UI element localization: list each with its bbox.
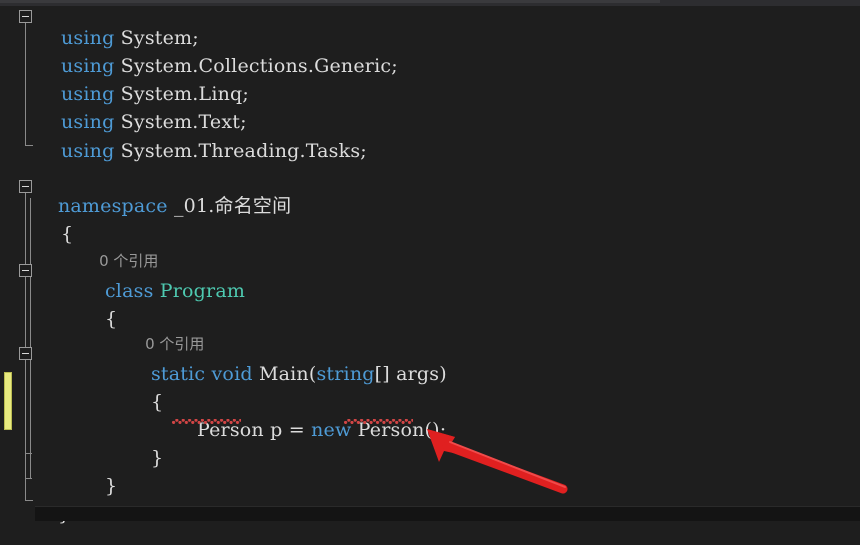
code-line-using-tasks[interactable]: using System.Threading.Tasks; [36, 121, 367, 181]
code-line-main-open-brace[interactable]: { [126, 372, 163, 432]
code-editor-surface[interactable]: using System; using System.Collections.G… [0, 0, 860, 524]
main-parameters: [] args) [374, 363, 447, 385]
keyword-namespace: namespace [57, 195, 168, 217]
method-name-main: Main( [252, 363, 317, 385]
using-tasks-namespace: System.Threading.Tasks; [114, 140, 367, 162]
keyword-void: void [211, 363, 253, 385]
error-squiggle-person-declaration [172, 419, 241, 424]
keyword-using: using [60, 140, 115, 162]
namespace-identifier: _01.命名空间 [173, 195, 292, 217]
error-squiggle-person-instantiation [344, 419, 413, 424]
collapse-toggle-using-block[interactable] [19, 10, 32, 23]
outline-guide-foot-namespace [25, 490, 33, 501]
close-brace: } [150, 447, 164, 469]
outline-guide-tick-class-end [25, 478, 32, 479]
editor-bottom-chrome-band [35, 506, 860, 521]
code-line-main-close-brace[interactable]: } [126, 428, 163, 488]
code-line-person-statement[interactable]: Person p = new Person(); [172, 400, 446, 460]
open-brace: { [104, 308, 118, 330]
close-brace: } [104, 475, 118, 497]
open-brace: { [150, 391, 164, 413]
annotation-arrow-highlight [449, 441, 566, 488]
outline-guide-class-block [30, 198, 31, 478]
unsaved-change-bar [4, 372, 12, 430]
collapse-toggle-class[interactable] [19, 264, 32, 277]
collapse-toggle-main-method[interactable] [19, 347, 32, 360]
collapse-toggle-namespace[interactable] [19, 180, 32, 193]
outline-guide-using-block [25, 22, 26, 144]
outline-guide-foot-using [25, 136, 33, 146]
code-line-namespace-open-brace[interactable]: { [36, 204, 73, 264]
keyword-string: string [316, 363, 375, 385]
annotation-arrow-shape [427, 429, 563, 489]
open-brace: { [60, 223, 74, 245]
code-line-class-open-brace[interactable]: { [80, 289, 117, 349]
editor-top-chrome-highlight [0, 0, 660, 3]
outline-guide-tick-main-end [25, 453, 32, 454]
class-name: Program [159, 280, 246, 302]
code-line-main-decl[interactable]: static void Main(string[] args) [126, 344, 447, 404]
annotation-arrow-shaft [442, 441, 568, 494]
